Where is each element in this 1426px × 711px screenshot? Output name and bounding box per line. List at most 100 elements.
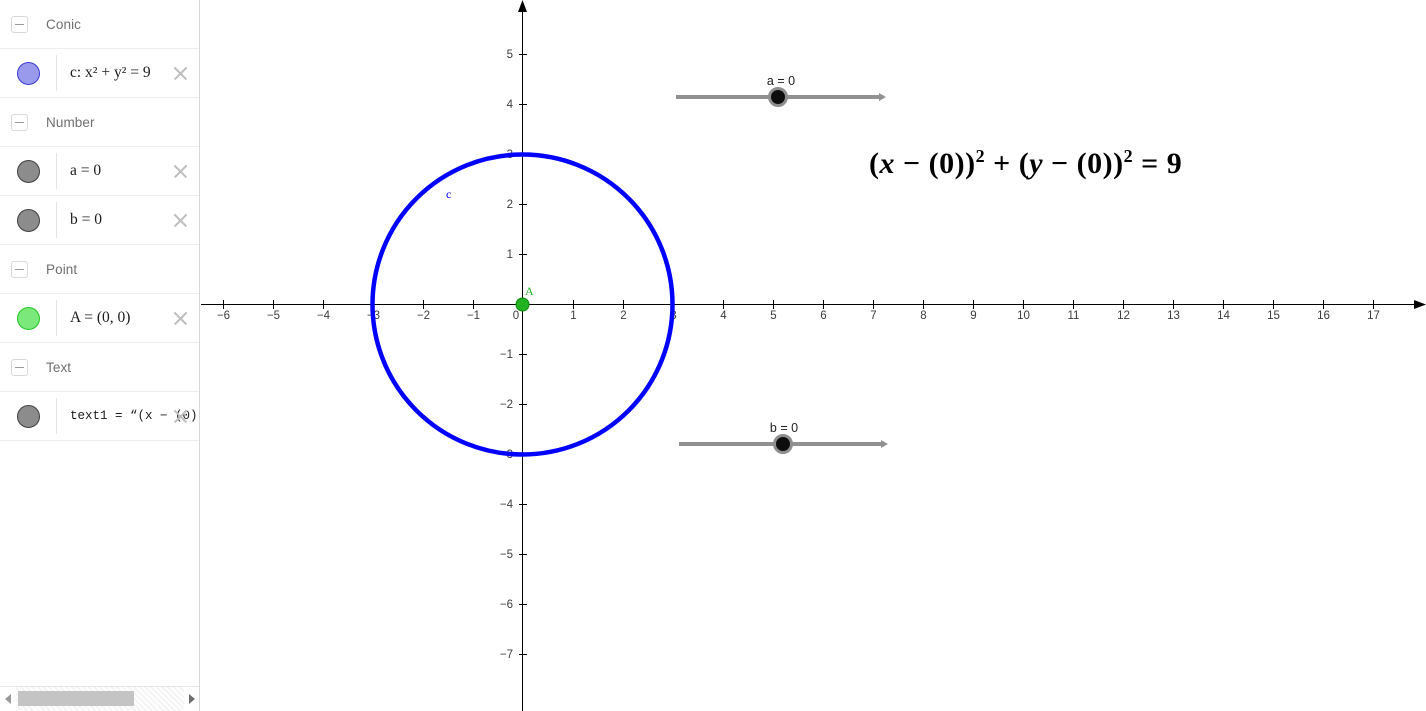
slider-a-caption: a = 0 — [766, 74, 796, 88]
visibility-toggle-cell[interactable] — [0, 49, 56, 97]
object-label-conic-c: c: x² + y² = 9 — [70, 64, 151, 81]
x-tick-label: 15 — [1267, 310, 1280, 322]
visibility-toggle-cell[interactable] — [0, 147, 56, 195]
x-tick-label: 9 — [970, 310, 976, 322]
slider-b-knob[interactable] — [773, 434, 793, 454]
minus-icon[interactable] — [11, 15, 28, 33]
x-tick-label: 10 — [1017, 310, 1030, 322]
eq-b-value: (0) — [1076, 147, 1114, 180]
x-tick-label: 16 — [1317, 310, 1330, 322]
eq-open-paren-2: ( — [1018, 147, 1030, 180]
group-title-conic: Conic — [46, 16, 82, 32]
x-tick-label-origin: 0 — [513, 310, 519, 322]
visibility-toggle-cell[interactable] — [0, 196, 56, 244]
group-title-number: Number — [46, 114, 95, 130]
y-tick-label: −7 — [500, 649, 513, 661]
row-divider — [56, 300, 57, 336]
visibility-marble-icon[interactable] — [16, 306, 40, 330]
group-header-conic[interactable]: Conic — [0, 0, 199, 49]
object-label-number-b: b = 0 — [70, 211, 102, 228]
minus-icon[interactable] — [11, 260, 28, 278]
group-header-point[interactable]: Point — [0, 245, 199, 294]
x-tick-label: 7 — [870, 310, 876, 322]
visibility-marble-icon[interactable] — [16, 404, 40, 428]
visibility-toggle-cell[interactable] — [0, 392, 56, 440]
eq-exponent-2: 2 — [1123, 146, 1134, 166]
x-tick-label: −5 — [267, 310, 280, 322]
visibility-marble-icon[interactable] — [16, 208, 40, 232]
y-tick-label: −4 — [500, 499, 514, 511]
close-icon[interactable] — [171, 211, 190, 230]
point-A[interactable] — [515, 297, 530, 312]
y-tick-label: 4 — [507, 99, 514, 111]
eq-close-paren-1: ) — [965, 147, 976, 180]
geogebra-app-window: Conic c: x² + y² = 9 Number a = 0 b = 0 … — [0, 0, 1426, 711]
slider-a[interactable]: a = 0 — [676, 74, 886, 108]
visibility-marble-icon[interactable] — [16, 61, 40, 85]
object-row-number-a[interactable]: a = 0 — [0, 147, 199, 196]
group-title-text: Text — [46, 359, 72, 375]
x-axis-tick-labels: −6 −5 −4 −3 −2 −1 0 1 2 3 4 5 6 7 8 9 10… — [217, 310, 1380, 322]
conic-label-c: c — [446, 187, 451, 201]
close-icon[interactable] — [171, 162, 190, 181]
row-divider — [56, 153, 57, 189]
x-tick-label: 6 — [820, 310, 826, 322]
x-tick-label: 8 — [920, 310, 926, 322]
y-tick-label: −6 — [500, 599, 513, 611]
minus-icon[interactable] — [11, 113, 28, 131]
graphics-view[interactable]: −6 −5 −4 −3 −2 −1 0 1 2 3 4 5 6 7 8 9 10… — [201, 0, 1426, 711]
eq-var-x: x — [879, 147, 895, 180]
visibility-marble-icon[interactable] — [16, 159, 40, 183]
eq-close-paren-2: ) — [1113, 147, 1124, 180]
y-axis-tick-labels: 5 4 3 2 1 −1 −2 −3 −4 −5 −6 −7 — [500, 49, 514, 661]
row-divider — [56, 202, 57, 238]
group-header-number[interactable]: Number — [0, 98, 199, 147]
caret-right-icon[interactable] — [184, 687, 199, 711]
eq-var-y: y — [1029, 147, 1044, 180]
scrollbar-thumb[interactable] — [18, 690, 134, 706]
equation-text-object[interactable]: (x − (0))2 + (y − (0))2 = 9 — [869, 146, 1182, 181]
object-row-text-text1[interactable]: text1 = “(x − (0))² — [0, 392, 199, 441]
y-tick-label: −5 — [500, 549, 513, 561]
y-tick-label: 1 — [507, 249, 513, 261]
x-tick-label: 1 — [570, 310, 576, 322]
minus-icon[interactable] — [11, 358, 28, 376]
x-tick-label: 2 — [620, 310, 626, 322]
x-tick-label: 14 — [1217, 310, 1230, 322]
x-tick-label: 13 — [1167, 310, 1180, 322]
slider-b-caption: b = 0 — [769, 421, 799, 435]
close-icon[interactable] — [171, 64, 190, 83]
eq-open-paren: ( — [869, 147, 880, 180]
object-row-number-b[interactable]: b = 0 — [0, 196, 199, 245]
group-title-point: Point — [46, 261, 78, 277]
x-tick-label: 11 — [1068, 310, 1080, 322]
slider-a-knob[interactable] — [768, 87, 788, 107]
object-row-point-a[interactable]: A = (0, 0) — [0, 294, 199, 343]
x-tick-label: 4 — [720, 310, 727, 322]
object-label-point-a: A = (0, 0) — [70, 309, 131, 326]
object-row-conic-c[interactable]: c: x² + y² = 9 — [0, 49, 199, 98]
x-tick-label: 17 — [1367, 310, 1380, 322]
eq-a-value: (0) — [928, 147, 966, 180]
visibility-toggle-cell[interactable] — [0, 294, 56, 342]
object-label-number-a: a = 0 — [70, 162, 102, 179]
close-icon[interactable] — [171, 309, 190, 328]
eq-exponent-1: 2 — [975, 146, 986, 166]
point-label-A: A — [525, 284, 534, 298]
x-axis-arrow-icon — [1414, 300, 1426, 309]
scrollbar-trough[interactable] — [16, 686, 184, 711]
eq-radius-squared: 9 — [1166, 147, 1183, 180]
x-tick-label: −2 — [417, 310, 430, 322]
group-header-text[interactable]: Text — [0, 343, 199, 392]
slider-b[interactable]: b = 0 — [679, 421, 888, 455]
eq-minus-2: − — [1043, 147, 1077, 180]
sidebar-horizontal-scrollbar[interactable] — [0, 686, 199, 711]
caret-left-icon[interactable] — [0, 687, 16, 711]
x-tick-label: −6 — [217, 310, 230, 322]
y-tick-label: −2 — [500, 399, 513, 411]
y-tick-label: 5 — [507, 49, 513, 61]
y-tick-label: 2 — [507, 199, 513, 211]
row-divider — [56, 398, 57, 434]
close-icon[interactable] — [171, 407, 190, 426]
eq-minus-1: − — [895, 147, 929, 180]
